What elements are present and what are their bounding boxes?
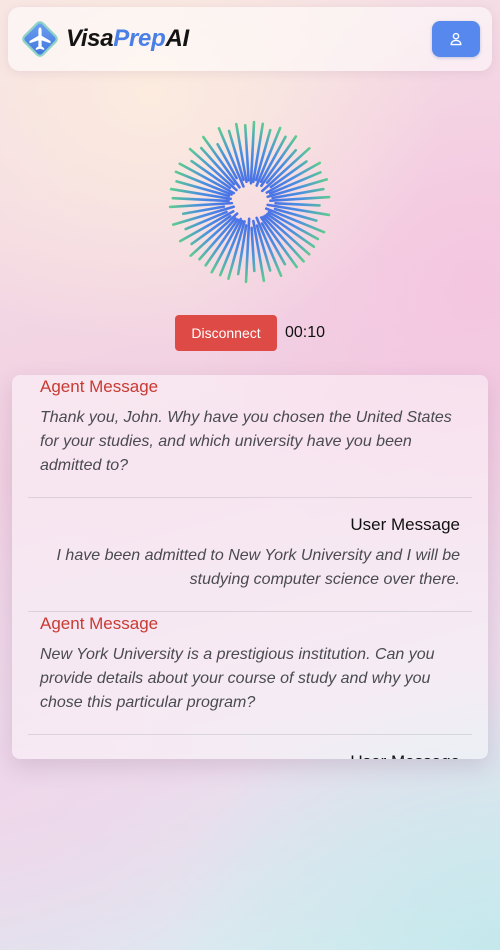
- message-role-label: User Message: [350, 515, 460, 534]
- message-role-label: User Message: [40, 752, 460, 759]
- message-text: Thank you, John. Why have you chosen the…: [40, 409, 452, 474]
- message-role-label: Agent Message: [40, 614, 159, 633]
- brand-name-part1: Visa: [66, 25, 114, 52]
- waveform-bar: [171, 196, 230, 203]
- message-text: I have been admitted to New York Univers…: [56, 547, 460, 588]
- brand-name-part3: AI: [165, 25, 189, 52]
- message-role-label: Agent Message: [40, 377, 159, 396]
- message-text: New York University is a prestigious ins…: [40, 646, 435, 711]
- agent-message: Agent Message New York University is a p…: [28, 611, 472, 734]
- app-header: VisaPrepAI: [8, 7, 492, 71]
- agent-message: Agent Message Thank you, John. Why have …: [28, 375, 472, 497]
- transcript-panel[interactable]: Agent Message Thank you, John. Why have …: [12, 375, 488, 759]
- brand-name: VisaPrepAI: [66, 25, 189, 53]
- user-profile-button[interactable]: [432, 21, 480, 57]
- disconnect-button[interactable]: Disconnect: [175, 315, 277, 351]
- user-icon: [450, 32, 462, 46]
- waveform-bar: [250, 226, 256, 273]
- user-message: User Message: [28, 734, 472, 759]
- waveform-bar: [274, 201, 321, 207]
- brand[interactable]: VisaPrepAI: [20, 19, 189, 59]
- call-controls: Disconnect 00:10: [175, 315, 325, 351]
- call-timer: 00:10: [285, 324, 326, 341]
- user-message: User Message I have been admitted to New…: [28, 497, 472, 611]
- audio-waveform-visualizer-icon: [168, 120, 331, 284]
- brand-name-part2: Prep: [113, 25, 166, 52]
- airplane-logo-icon: [22, 21, 58, 57]
